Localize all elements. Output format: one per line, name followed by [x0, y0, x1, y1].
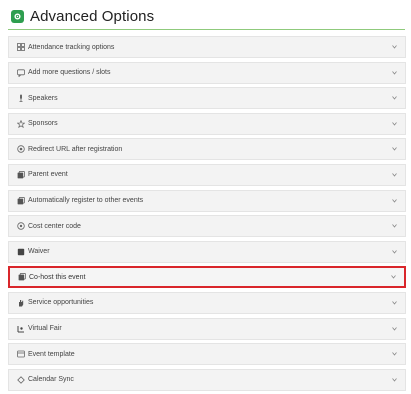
virtual-icon — [15, 323, 27, 335]
star-icon — [15, 118, 27, 130]
option-co-host[interactable]: Co-host this event — [8, 266, 406, 289]
chevron-down-icon[interactable] — [391, 121, 397, 127]
copy-icon — [16, 271, 28, 283]
option-attendance-tracking[interactable]: Attendance tracking options — [8, 36, 406, 58]
chevron-down-icon[interactable] — [391, 326, 397, 332]
option-label: Event template — [28, 350, 75, 358]
option-label: Co-host this event — [29, 273, 86, 281]
template-icon — [15, 348, 27, 360]
chevron-down-icon[interactable] — [391, 377, 397, 383]
hand-icon — [15, 297, 27, 309]
chevron-down-icon[interactable] — [390, 274, 396, 280]
chevron-down-icon[interactable] — [391, 351, 397, 357]
grid-icon — [15, 41, 27, 53]
copy-icon — [15, 169, 27, 181]
option-sponsors[interactable]: Sponsors — [8, 112, 406, 135]
option-add-questions[interactable]: Add more questions / slots — [8, 61, 406, 84]
option-parent-event[interactable]: Parent event — [8, 163, 406, 186]
option-label: Sponsors — [28, 120, 58, 128]
option-label: Virtual Fair — [28, 325, 62, 333]
option-label: Speakers — [28, 94, 58, 102]
microphone-icon — [15, 92, 27, 104]
advanced-options-panel: Advanced Options Attendance tracking opt… — [0, 0, 411, 391]
option-label: Automatically register to other events — [28, 197, 144, 205]
chevron-down-icon[interactable] — [391, 95, 397, 101]
chevron-down-icon[interactable] — [391, 44, 397, 50]
option-cost-center[interactable]: Cost center code — [8, 215, 406, 238]
option-virtual-fair[interactable]: Virtual Fair — [8, 317, 406, 340]
option-label: Add more questions / slots — [28, 69, 111, 77]
option-auto-register[interactable]: Automatically register to other events — [8, 189, 406, 212]
square-icon — [15, 246, 27, 258]
chevron-down-icon[interactable] — [391, 146, 397, 152]
option-label: Parent event — [28, 171, 68, 179]
option-label: Calendar Sync — [28, 376, 74, 384]
option-waiver[interactable]: Waiver — [8, 240, 406, 263]
chevron-down-icon[interactable] — [391, 249, 397, 255]
circle-icon — [15, 220, 27, 232]
option-calendar-sync[interactable]: Calendar Sync — [8, 368, 406, 391]
section-title: Advanced Options — [30, 8, 155, 25]
options-list: Attendance tracking options Add more que… — [8, 36, 406, 394]
chevron-down-icon[interactable] — [391, 70, 397, 76]
gear-icon — [11, 10, 24, 23]
option-label: Cost center code — [28, 222, 81, 230]
chevron-down-icon[interactable] — [391, 223, 397, 229]
option-label: Redirect URL after registration — [28, 145, 123, 153]
option-service-opportunities[interactable]: Service opportunities — [8, 291, 406, 314]
option-label: Waiver — [28, 248, 50, 256]
chevron-down-icon[interactable] — [391, 198, 397, 204]
chevron-down-icon[interactable] — [391, 172, 397, 178]
comment-icon — [15, 67, 27, 79]
option-speakers[interactable]: Speakers — [8, 87, 406, 110]
option-event-template[interactable]: Event template — [8, 343, 406, 366]
copy-icon — [15, 195, 27, 207]
redirect-icon — [15, 143, 27, 155]
sync-icon — [15, 374, 27, 386]
option-label: Attendance tracking options — [28, 43, 115, 51]
section-header: Advanced Options — [8, 4, 405, 30]
option-redirect-url[interactable]: Redirect URL after registration — [8, 138, 406, 161]
option-label: Service opportunities — [28, 299, 94, 307]
chevron-down-icon[interactable] — [391, 300, 397, 306]
